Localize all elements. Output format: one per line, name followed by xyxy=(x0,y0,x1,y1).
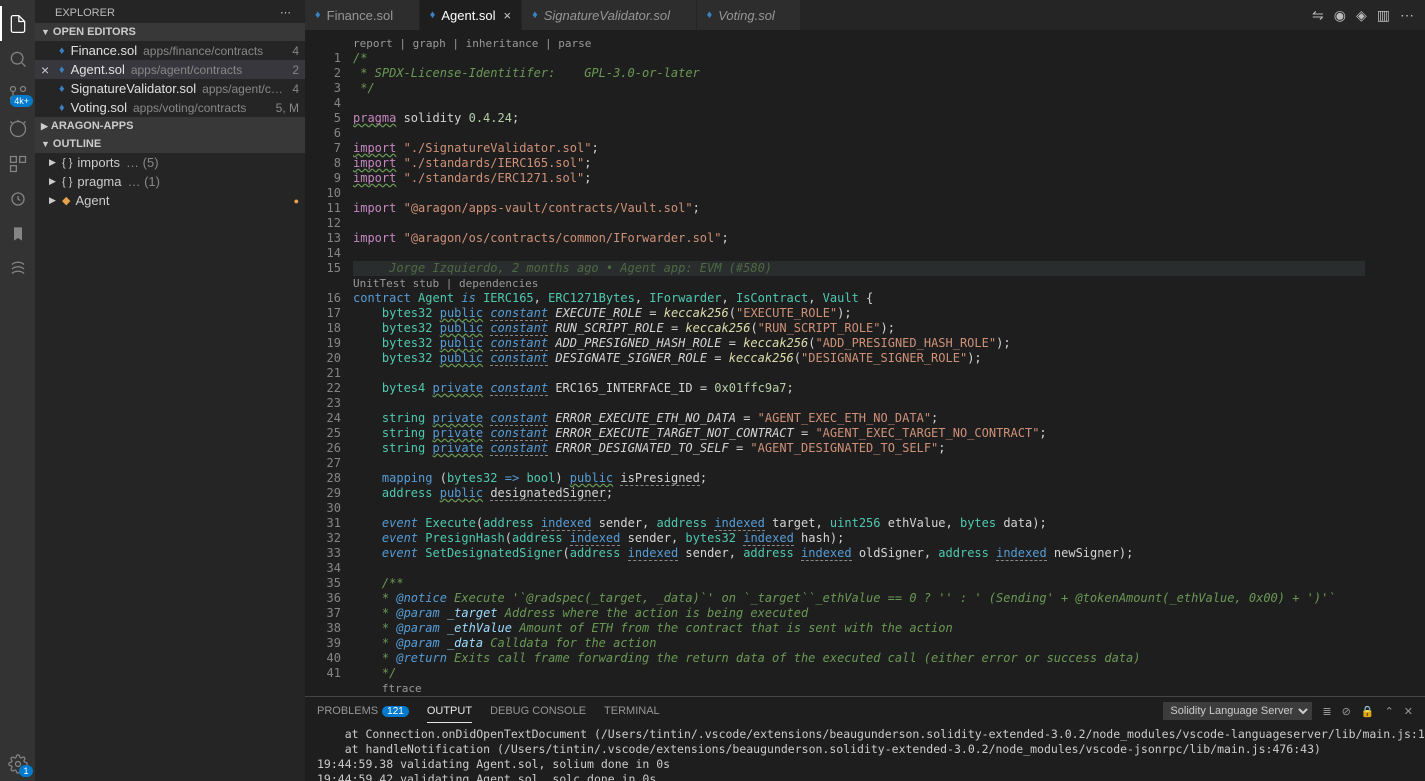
open-editors-header[interactable]: ▼OPEN EDITORS xyxy=(35,23,305,41)
minimap[interactable] xyxy=(1365,30,1425,696)
nav7-icon[interactable] xyxy=(0,251,35,286)
file-badge: 5, M xyxy=(272,101,299,115)
file-name: Finance.sol xyxy=(71,43,137,58)
tab-label: SignatureValidator.sol xyxy=(544,8,670,23)
solidity-icon: ♦ xyxy=(59,102,65,114)
tab[interactable]: ♦SignatureValidator.sol× xyxy=(522,0,696,30)
file-path: apps/agent/contracts xyxy=(131,63,242,77)
solidity-icon: ♦ xyxy=(59,64,65,76)
output-select[interactable]: Solidity Language Server xyxy=(1163,702,1312,720)
source-control-icon[interactable]: 4k+ xyxy=(0,76,35,111)
file-path: apps/voting/contracts xyxy=(133,101,246,115)
debug-icon[interactable] xyxy=(0,111,35,146)
file-badge: 2 xyxy=(288,63,299,77)
tab-bar: ♦Finance.sol×♦Agent.sol×♦SignatureValida… xyxy=(305,0,1425,30)
gutter: 1234567891011121314151617181920212223242… xyxy=(305,30,353,696)
open-editor-row[interactable]: ×♦Finance.solapps/finance/contracts4 xyxy=(35,41,305,60)
problems-tab[interactable]: PROBLEMS121 xyxy=(317,705,409,717)
open-editor-row[interactable]: ×♦SignatureValidator.solapps/agent/cont…… xyxy=(35,79,305,98)
tab[interactable]: ♦ Agent.sol × xyxy=(420,0,522,30)
nav6-icon[interactable] xyxy=(0,216,35,251)
tab-actions: ⇋ ◉ ◈ ▥ ⋯ xyxy=(1301,0,1425,30)
file-badge: 4 xyxy=(288,82,299,96)
symbol-icon: { } xyxy=(62,176,72,188)
outline-row[interactable]: ▶{ }imports… (5) xyxy=(35,153,305,172)
tab-label: Finance.sol xyxy=(327,8,393,23)
tab-label: Agent.sol xyxy=(441,8,495,23)
main: ♦Finance.sol×♦Agent.sol×♦SignatureValida… xyxy=(305,0,1425,781)
close-panel-icon[interactable]: ✕ xyxy=(1404,705,1413,718)
symbol-icon: ◆ xyxy=(62,194,70,207)
search-icon[interactable] xyxy=(0,41,35,76)
file-badge: 4 xyxy=(288,44,299,58)
outline-header[interactable]: ▼OUTLINE xyxy=(35,135,305,153)
symbol-name: pragma xyxy=(77,174,121,189)
tab[interactable]: ♦Finance.sol× xyxy=(305,0,420,30)
tab[interactable]: ♦Voting.sol× xyxy=(697,0,802,30)
sidebar: EXPLORER⋯ ▼OPEN EDITORS × ♦ Finance.sol app… xyxy=(35,0,305,781)
lock-icon[interactable]: 🔒 xyxy=(1361,705,1375,718)
code[interactable]: report | graph | inheritance | parse /* … xyxy=(353,30,1365,696)
editor[interactable]: 1234567891011121314151617181920212223242… xyxy=(305,30,1425,696)
solidity-icon: ♦ xyxy=(59,83,65,95)
activity-bar: 4k+ 1 xyxy=(0,0,35,781)
file-path: apps/finance/contracts xyxy=(143,44,263,58)
file-name: SignatureValidator.sol xyxy=(71,81,197,96)
close-icon[interactable]: × xyxy=(504,8,512,23)
tab-label: Voting.sol xyxy=(718,8,775,23)
outline-row[interactable]: ▶◆Agent● xyxy=(35,191,305,210)
clear-icon[interactable]: ⊘ xyxy=(1342,705,1351,718)
panel: PROBLEMS121 OUTPUT DEBUG CONSOLE TERMINA… xyxy=(305,696,1425,781)
open-editor-row[interactable]: × ♦ Agent.sol apps/agent/contracts 2 xyxy=(35,60,305,79)
list-icon[interactable]: ≣ xyxy=(1322,705,1331,718)
more-actions-icon[interactable]: ⋯ xyxy=(1395,7,1419,24)
symbol-name: imports xyxy=(77,155,120,170)
project-header[interactable]: ▶ARAGON-APPS xyxy=(35,117,305,135)
compare-icon[interactable]: ⇋ xyxy=(1307,7,1329,24)
terminal-tab[interactable]: TERMINAL xyxy=(604,705,660,717)
sidebar-title: EXPLORER⋯ xyxy=(35,0,305,23)
outline-row[interactable]: ▶{ }pragma… (1) xyxy=(35,172,305,191)
open-editor-row[interactable]: ×♦Voting.solapps/voting/contracts5, M xyxy=(35,98,305,117)
solidity-icon: ♦ xyxy=(532,9,538,21)
split-icon[interactable]: ▥ xyxy=(1372,7,1395,24)
more-icon[interactable]: ⋯ xyxy=(280,6,291,19)
preview-icon[interactable]: ◉ xyxy=(1329,7,1351,24)
diff-icon[interactable]: ◈ xyxy=(1351,7,1372,24)
symbol-name: Agent xyxy=(75,193,109,208)
explorer-icon[interactable] xyxy=(0,6,35,41)
debug-tab[interactable]: DEBUG CONSOLE xyxy=(490,705,586,717)
expand-icon[interactable]: ⌃ xyxy=(1385,705,1394,718)
file-path: apps/agent/cont… xyxy=(202,82,288,96)
solidity-icon: ♦ xyxy=(430,9,436,21)
output-tab[interactable]: OUTPUT xyxy=(427,705,472,717)
close-icon[interactable]: × xyxy=(41,62,49,78)
file-name: Voting.sol xyxy=(71,100,127,115)
nav5-icon[interactable] xyxy=(0,181,35,216)
extensions-icon[interactable] xyxy=(0,146,35,181)
solidity-icon: ♦ xyxy=(315,9,321,21)
settings-icon[interactable]: 1 xyxy=(0,746,35,781)
output-body[interactable]: at Connection.onDidOpenTextDocument (/Us… xyxy=(305,725,1425,781)
solidity-icon: ♦ xyxy=(707,9,713,21)
file-name: Agent.sol xyxy=(71,62,125,77)
symbol-icon: { } xyxy=(62,157,72,169)
solidity-icon: ♦ xyxy=(59,45,65,57)
